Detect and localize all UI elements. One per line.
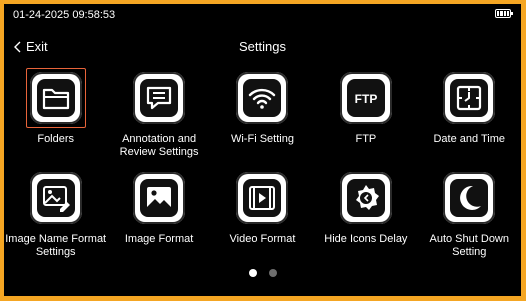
page-title: Settings xyxy=(239,39,286,54)
tile-hide-icons-delay[interactable]: Hide Icons Delay xyxy=(314,168,417,268)
battery-full-icon xyxy=(495,9,513,18)
tile-label: Date and Time xyxy=(433,133,506,145)
gear-icon xyxy=(339,172,392,224)
tile-label: Folders xyxy=(37,133,75,145)
selection-highlight xyxy=(25,68,86,128)
tile-image-format[interactable]: Image Format xyxy=(107,168,210,268)
ftp-icon: FTP xyxy=(339,72,392,124)
image-icon xyxy=(133,172,186,224)
svg-text:FTP: FTP xyxy=(355,92,378,106)
status-bar: 01-24-2025 09:58:53 xyxy=(4,4,521,24)
tile-folders[interactable]: Folders xyxy=(4,68,107,168)
tile-auto-shut-down[interactable]: Auto Shut Down Setting xyxy=(418,168,521,268)
page-dot-2[interactable] xyxy=(268,269,277,277)
settings-screen: 01-24-2025 09:58:53 Exit Settings Folder… xyxy=(4,4,521,296)
tile-label: FTP xyxy=(355,133,377,145)
annotation-icon xyxy=(133,72,186,124)
tile-image-name-format[interactable]: Image Name Format Settings xyxy=(4,168,107,268)
tile-ftp[interactable]: FTP FTP xyxy=(314,68,417,168)
settings-grid: Folders Annotation and Review Settings W… xyxy=(4,68,521,268)
tile-annotation-review[interactable]: Annotation and Review Settings xyxy=(107,68,210,168)
status-timestamp: 01-24-2025 09:58:53 xyxy=(13,9,116,21)
moon-icon xyxy=(443,172,496,224)
clock-icon xyxy=(443,72,496,124)
tile-label: Hide Icons Delay xyxy=(324,233,408,245)
video-icon xyxy=(236,172,289,224)
tile-video-format[interactable]: Video Format xyxy=(211,168,314,268)
tile-wifi[interactable]: Wi-Fi Setting xyxy=(211,68,314,168)
tile-label: Annotation and Review Settings xyxy=(119,133,199,158)
wifi-icon xyxy=(236,72,289,124)
tile-label: Image Format xyxy=(124,233,194,245)
tile-label: Image Name Format Settings xyxy=(5,233,107,258)
image-edit-icon xyxy=(29,172,82,224)
tile-label: Wi-Fi Setting xyxy=(230,133,294,145)
tile-label: Video Format xyxy=(229,233,296,245)
page-dot-1[interactable] xyxy=(248,269,257,277)
page-indicator xyxy=(4,269,521,277)
header: Exit Settings xyxy=(4,34,521,60)
tile-label: Auto Shut Down Setting xyxy=(429,233,510,258)
tile-date-time[interactable]: Date and Time xyxy=(418,68,521,168)
